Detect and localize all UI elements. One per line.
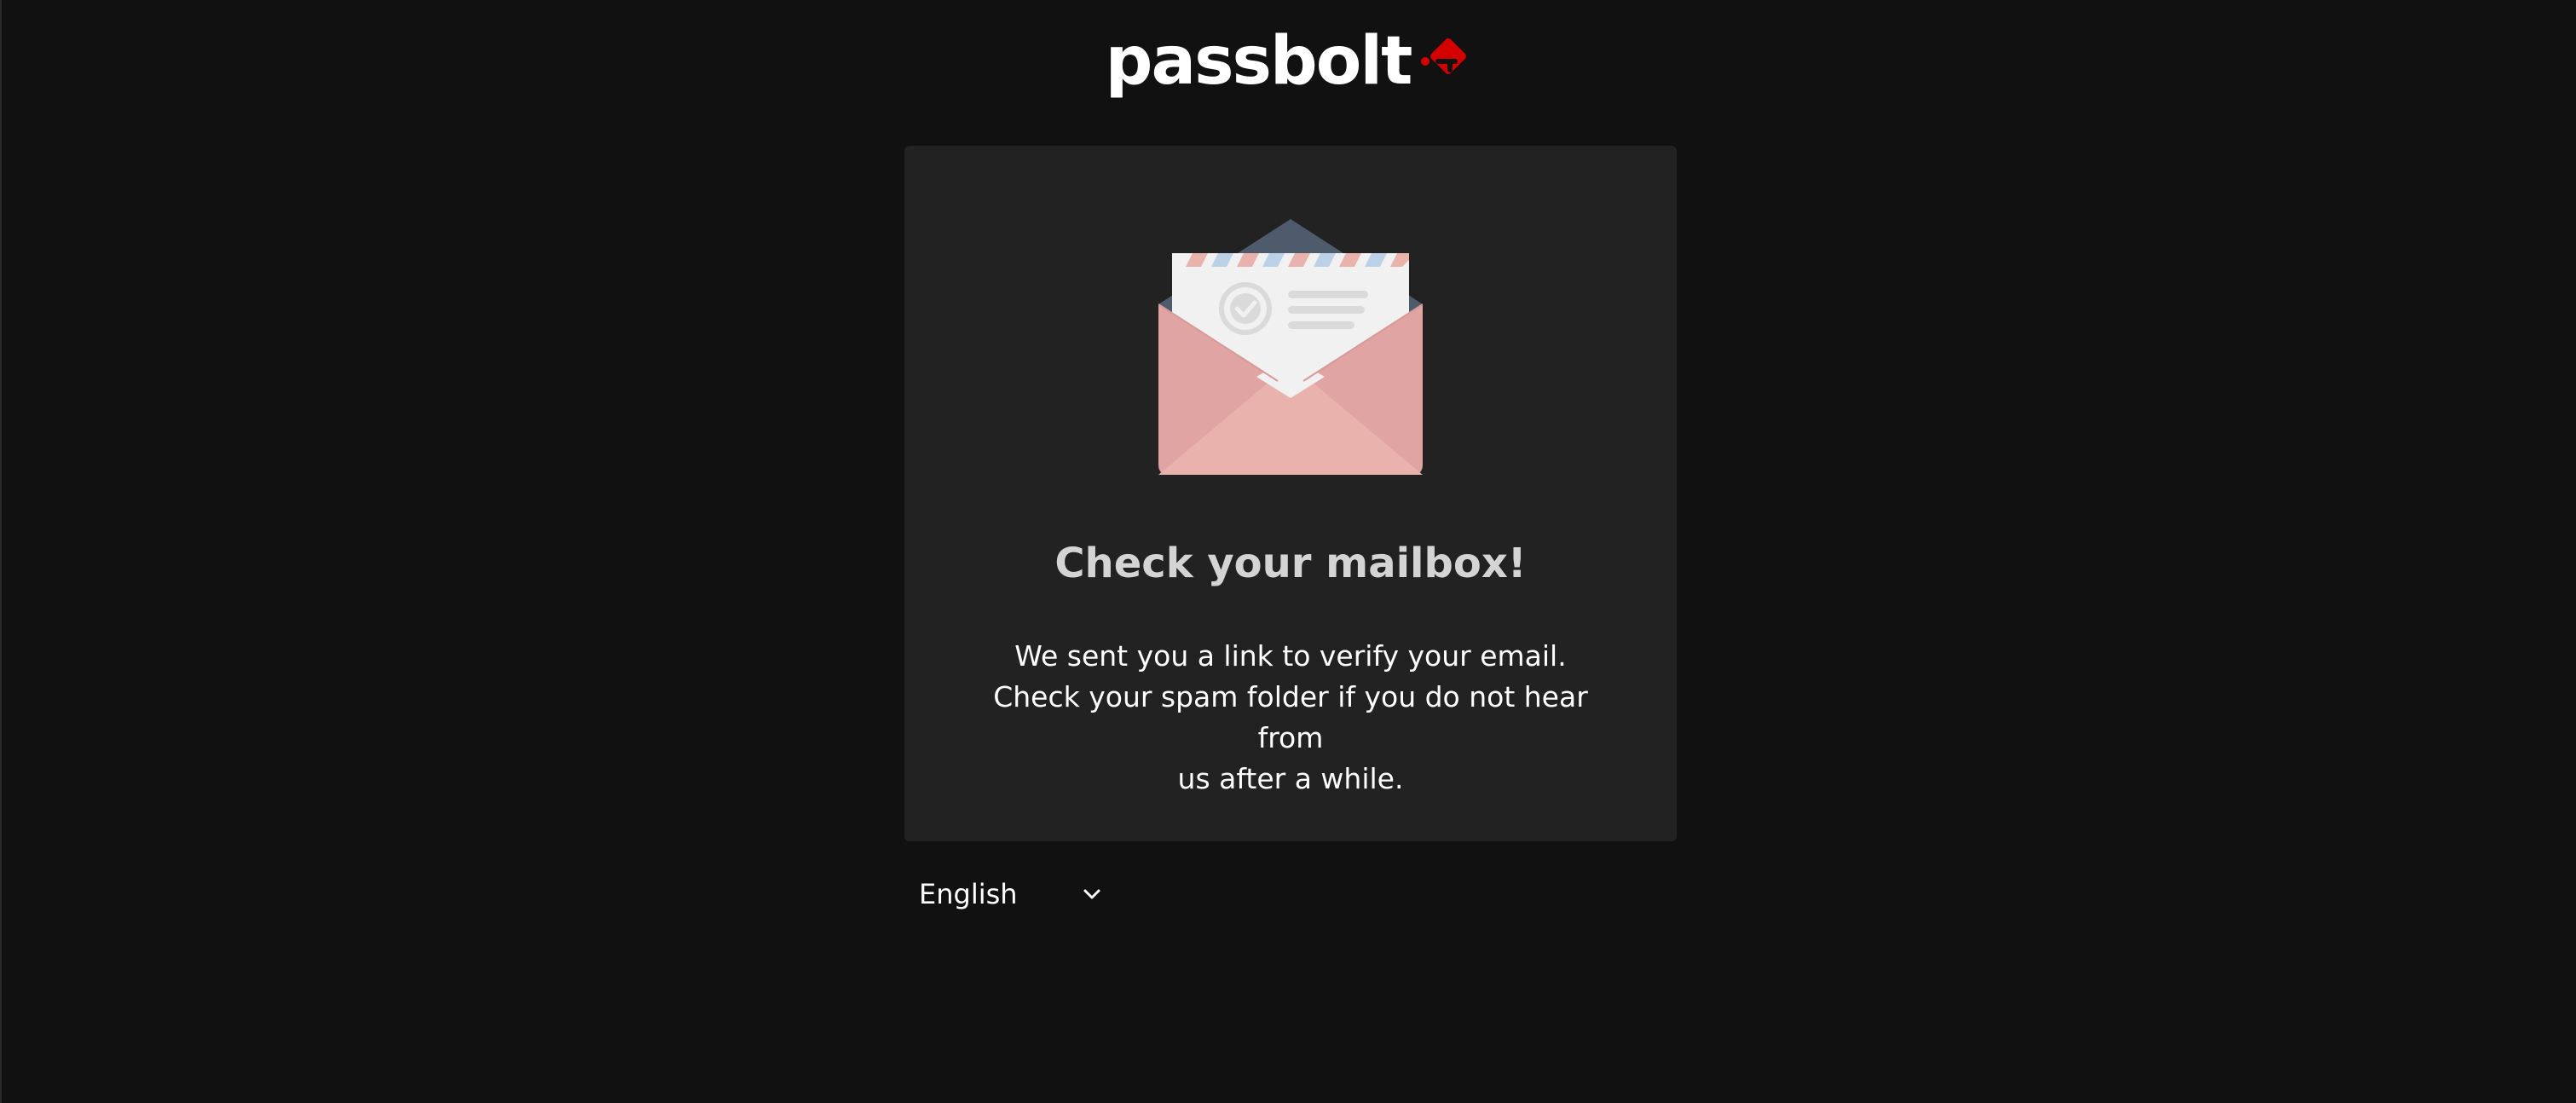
chevron-down-icon bbox=[1083, 889, 1100, 899]
message-line: Check your spam folder if you do not hea… bbox=[993, 680, 1588, 754]
header: passbolt bbox=[2, 19, 2576, 104]
verify-email-message: We sent you a link to verify your email.… bbox=[973, 636, 1609, 800]
message-line: We sent you a link to verify your email. bbox=[1014, 639, 1567, 673]
language-selected-value: English bbox=[919, 878, 1018, 910]
language-select[interactable]: English bbox=[907, 873, 1103, 915]
verify-email-card: Check your mailbox! We sent you a link t… bbox=[904, 146, 1677, 841]
logo-wordmark: passbolt bbox=[1105, 23, 1413, 100]
page: passbolt Check your mailbox! We sent you… bbox=[0, 0, 2576, 1103]
message-line: us after a while. bbox=[1177, 762, 1404, 795]
open-envelope-icon bbox=[1158, 219, 1423, 475]
page-title: Check your mailbox! bbox=[1054, 540, 1527, 587]
passbolt-logo: passbolt bbox=[1106, 28, 1473, 95]
passbolt-key-icon bbox=[1421, 38, 1467, 74]
